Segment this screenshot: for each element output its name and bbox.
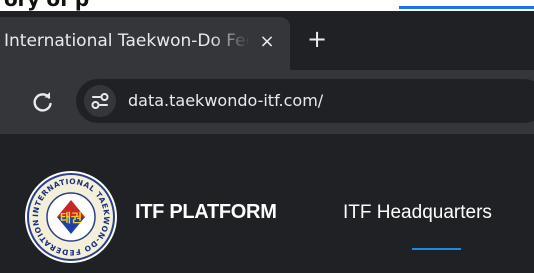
tab-strip: International Taekwon-Do Federation × +	[0, 11, 534, 70]
address-bar[interactable]: data.taekwondo-itf.com/	[76, 79, 534, 123]
tab-close-button[interactable]: ×	[255, 28, 279, 56]
url-text: data.taekwondo-itf.com/	[128, 91, 324, 110]
nav-active-indicator	[412, 248, 461, 250]
new-tab-button[interactable]: +	[304, 27, 330, 53]
reload-icon[interactable]	[30, 89, 56, 115]
tab-title-fade	[210, 25, 250, 59]
browser-tab[interactable]: International Taekwon-Do Federation ×	[0, 17, 290, 70]
brand-title[interactable]: ITF PLATFORM	[135, 201, 277, 224]
site-header: INTERNATIONAL TAEKWON-DO FEDERATION 태권 I…	[0, 134, 534, 273]
top-banner-link[interactable]	[399, 6, 534, 9]
nav-item-itf-headquarters[interactable]: ITF Headquarters	[343, 202, 492, 224]
top-banner-text: ory of p	[4, 0, 89, 11]
tune-icon[interactable]	[84, 85, 116, 117]
top-page-strip: ory of p	[0, 0, 534, 11]
browser-toolbar: data.taekwondo-itf.com/	[0, 70, 534, 134]
itf-logo[interactable]: INTERNATIONAL TAEKWON-DO FEDERATION 태권	[24, 170, 118, 264]
logo-center-text: 태권	[60, 210, 82, 225]
